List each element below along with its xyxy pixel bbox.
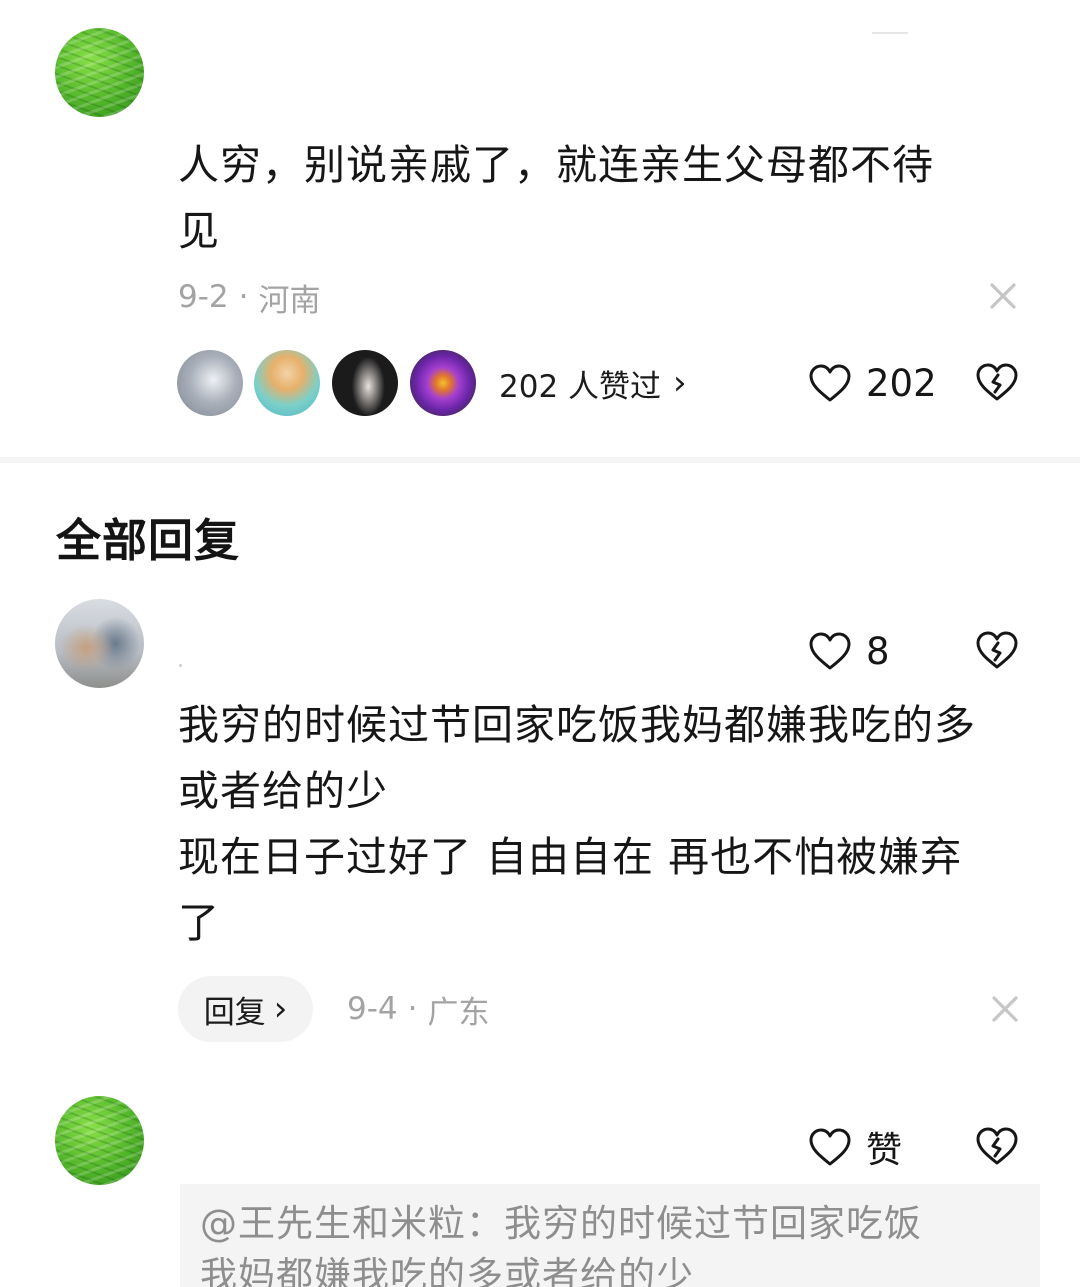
comment-date: 9-2 <box>178 279 229 315</box>
heart-outline-icon <box>808 631 852 671</box>
chevron-right-icon: › <box>673 363 687 403</box>
liker-avatar-2[interactable] <box>254 350 320 416</box>
reply-button-label: 回复 <box>203 994 266 1031</box>
heart-outline-icon <box>808 1127 852 1167</box>
liker-avatar-1[interactable] <box>177 350 243 416</box>
likers-count-label: 202 人赞过 <box>499 368 662 405</box>
broken-heart-icon <box>975 362 1019 402</box>
meta-separator: · <box>407 991 418 1027</box>
reply1-like-button[interactable]: 8 <box>808 628 890 674</box>
close-icon[interactable] <box>988 992 1022 1030</box>
avatar-commenter[interactable] <box>55 28 144 117</box>
broken-heart-icon <box>975 630 1019 670</box>
comment-meta: 9-2 · 河南 <box>178 276 321 319</box>
section-divider <box>0 457 1080 463</box>
close-icon[interactable] <box>986 279 1020 317</box>
liker-avatar-3[interactable] <box>332 350 398 416</box>
username-redacted-mark <box>179 664 182 667</box>
reply1-text: 我穷的时候过节回家吃饭我妈都嫌我吃的多 或者给的少 现在日子过好了 自由自在 再… <box>178 692 1058 956</box>
dislike-button[interactable] <box>975 362 1019 404</box>
like-count: 202 <box>866 361 937 405</box>
reply1-text-line-3: 现在日子过好了 自由自在 再也不怕被嫌弃 <box>178 833 963 881</box>
reply2-like-label: 赞 <box>866 1130 903 1171</box>
reply2-quote-line-1: @王先生和米粒：我穷的时候过节回家吃饭 <box>200 1202 922 1245</box>
comment-text-line-2: 见 <box>178 207 220 255</box>
comment-text: 人穷，别说亲戚了，就连亲生父母都不待 见 <box>178 132 1038 264</box>
reply2-like-button[interactable]: 赞 <box>808 1124 903 1171</box>
like-button[interactable]: 202 <box>808 360 937 406</box>
reply1-text-line-1: 我穷的时候过节回家吃饭我妈都嫌我吃的多 <box>178 701 976 749</box>
avatar-replier-1[interactable] <box>55 599 144 688</box>
reply1-meta: 9-4 · 广东 <box>347 988 490 1031</box>
reply1-location: 广东 <box>427 994 490 1031</box>
reply1-like-count: 8 <box>866 629 890 673</box>
replies-header: 全部回复 <box>56 514 241 567</box>
reply2-quote-block[interactable]: @王先生和米粒：我穷的时候过节回家吃饭 我妈都嫌我吃的多或者给的少 <box>180 1184 1040 1287</box>
reply-button[interactable]: 回复 › <box>178 976 313 1042</box>
liker-avatar-4[interactable] <box>410 350 476 416</box>
reply1-text-line-4: 了 <box>178 899 220 947</box>
broken-heart-icon <box>975 1126 1019 1166</box>
reply2-dislike-button[interactable] <box>975 1126 1019 1168</box>
avatar-replier-2[interactable] <box>55 1096 144 1185</box>
reply1-text-line-2: 或者给的少 <box>178 767 388 815</box>
reply2-quote-line-2: 我妈都嫌我吃的多或者给的少 <box>200 1254 694 1287</box>
top-edge-mark <box>872 32 908 34</box>
comment-text-line-1: 人穷，别说亲戚了，就连亲生父母都不待 <box>178 141 934 189</box>
reply1-date: 9-4 <box>347 991 398 1027</box>
meta-separator: · <box>238 279 249 315</box>
comment-location: 河南 <box>258 282 321 319</box>
heart-outline-icon <box>808 363 852 403</box>
chevron-right-icon: › <box>273 989 288 1029</box>
likers-link[interactable]: 202 人赞过 › <box>499 360 687 406</box>
reply1-dislike-button[interactable] <box>975 630 1019 672</box>
